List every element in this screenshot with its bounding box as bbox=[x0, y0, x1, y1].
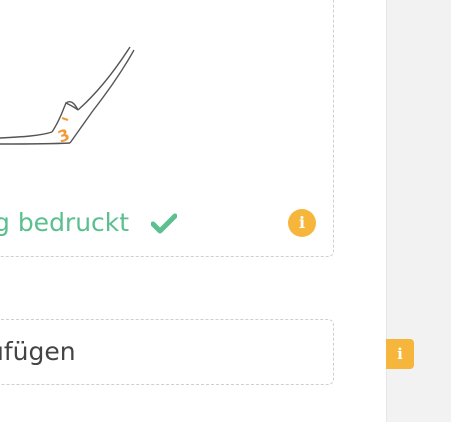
check-icon bbox=[151, 213, 177, 234]
page-curl-illustration: 3 bbox=[0, 46, 135, 146]
main-panel: 3 g bedruckt i ufügen bbox=[0, 0, 386, 422]
option-label: g bedruckt bbox=[0, 208, 130, 237]
info-icon[interactable]: i bbox=[288, 209, 316, 237]
side-info-icon[interactable]: i bbox=[386, 339, 414, 369]
add-item-label: ufügen bbox=[0, 337, 76, 366]
